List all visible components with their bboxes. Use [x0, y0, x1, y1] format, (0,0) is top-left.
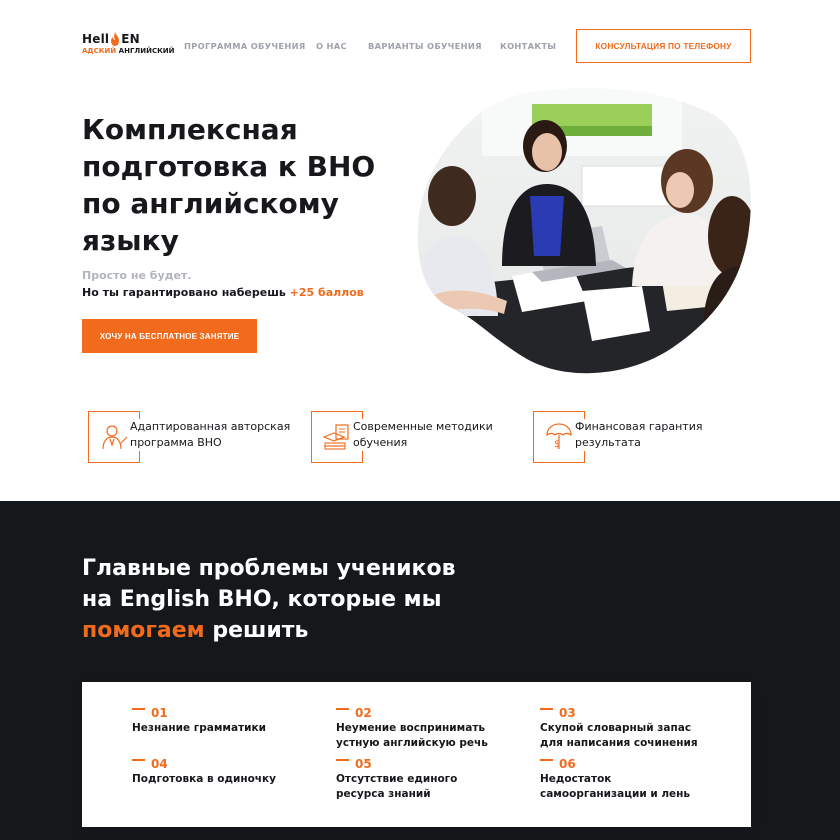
hero-subtitle-muted: Просто не будет. — [82, 269, 192, 282]
problems-title-line2: на English ВНО, которые мы — [82, 587, 442, 612]
flame-icon — [111, 32, 120, 46]
hero-subtitle-text: Но ты гарантировано наберешь — [82, 286, 290, 299]
problems-title-accent: помогаем — [82, 618, 205, 643]
nav-program[interactable]: ПРОГРАММА ОБУЧЕНИЯ — [184, 41, 306, 51]
hero-photo — [412, 86, 754, 376]
site-header: Hell EN АДСКИЙ АНГЛИЙСКИЙ ПРОГРАММА ОБУЧ… — [0, 0, 840, 90]
problem-label: Подготовка в одиночку — [132, 773, 276, 785]
hero-title-line: языку — [82, 224, 179, 257]
problem-item: 05 Отсутствие единого ресурса знаний — [336, 757, 526, 802]
problem-label-line2: устную английскую речь — [336, 737, 488, 749]
feature-label-line1: Финансовая гарантия — [575, 420, 703, 433]
problems-title: Главные проблемы учеников на English ВНО… — [82, 553, 522, 646]
problem-item: 04 Подготовка в одиночку — [132, 757, 322, 787]
problem-number: 03 — [540, 706, 730, 720]
classroom-photo-image — [417, 88, 751, 374]
hero-subtitle: Но ты гарантировано наберешь +25 баллов — [82, 286, 364, 299]
hero-title-line: Комплексная — [82, 113, 298, 146]
problem-number: 06 — [540, 757, 730, 771]
logo-text-hell: Hell — [82, 32, 110, 46]
feature-label-line1: Современные методики — [353, 420, 493, 433]
problem-number: 01 — [132, 706, 322, 720]
problem-label: Скупой словарный запас — [540, 722, 692, 734]
problems-title-line1: Главные проблемы учеников — [82, 556, 456, 581]
problem-label: Незнание грамматики — [132, 722, 267, 734]
problems-title-end: решить — [204, 618, 309, 643]
hero-title-line: подготовка к ВНО — [82, 150, 376, 183]
logo-sub-orange: АДСКИЙ — [82, 47, 117, 55]
problem-label-line2: для написания сочинения — [540, 737, 698, 749]
problem-number: 02 — [336, 706, 526, 720]
problem-item: 03 Скупой словарный запас для написания с… — [540, 706, 730, 751]
books-icon — [322, 424, 349, 450]
feature-label-line2: результата — [575, 436, 641, 449]
problem-item: 01 Незнание грамматики — [132, 706, 322, 736]
nav-options[interactable]: ВАРИАНТЫ ОБУЧЕНИЯ — [368, 41, 482, 51]
feature-label-line1: Адаптированная авторская — [130, 420, 291, 433]
problem-label: Отсутствие единого — [336, 773, 458, 785]
problem-number: 05 — [336, 757, 526, 771]
logo[interactable]: Hell EN АДСКИЙ АНГЛИЙСКИЙ — [82, 31, 175, 59]
problem-label: Неумение воспринимать — [336, 722, 486, 734]
feature-label-line2: обучения — [353, 436, 408, 449]
logo-text-en: EN — [121, 32, 140, 46]
problem-label: Недостаток — [540, 773, 612, 785]
nav-contacts[interactable]: КОНТАКТЫ — [500, 41, 556, 51]
problems-card: 01 Незнание грамматики 02 Неумение воспр… — [82, 682, 751, 827]
feature-label-line2: программа ВНО — [130, 436, 222, 449]
problem-item: 06 Недостаток самоорганизации и лень — [540, 757, 730, 802]
phone-consultation-button[interactable]: КОНСУЛЬТАЦИЯ ПО ТЕЛЕФОНУ — [576, 29, 751, 63]
teacher-icon — [102, 425, 128, 450]
nav-about[interactable]: О НАС — [316, 41, 347, 51]
svg-text:$: $ — [554, 439, 560, 450]
free-lesson-button[interactable]: ХОЧУ НА БЕСПЛАТНОЕ ЗАНЯТИЕ — [82, 319, 257, 353]
problem-number: 04 — [132, 757, 322, 771]
problem-label-line2: ресурса знаний — [336, 788, 431, 800]
hero-title-line: по английскому — [82, 187, 339, 220]
money-umbrella-icon: $ — [546, 423, 572, 450]
hero-subtitle-accent: +25 баллов — [289, 286, 364, 299]
logo-sub-dark: АНГЛИЙСКИЙ — [118, 47, 175, 55]
problem-item: 02 Неумение воспринимать устную английску… — [336, 706, 526, 751]
hero-title: Комплексная подготовка к ВНО по английск… — [82, 111, 412, 259]
problem-label-line2: самоорганизации и лень — [540, 788, 691, 800]
